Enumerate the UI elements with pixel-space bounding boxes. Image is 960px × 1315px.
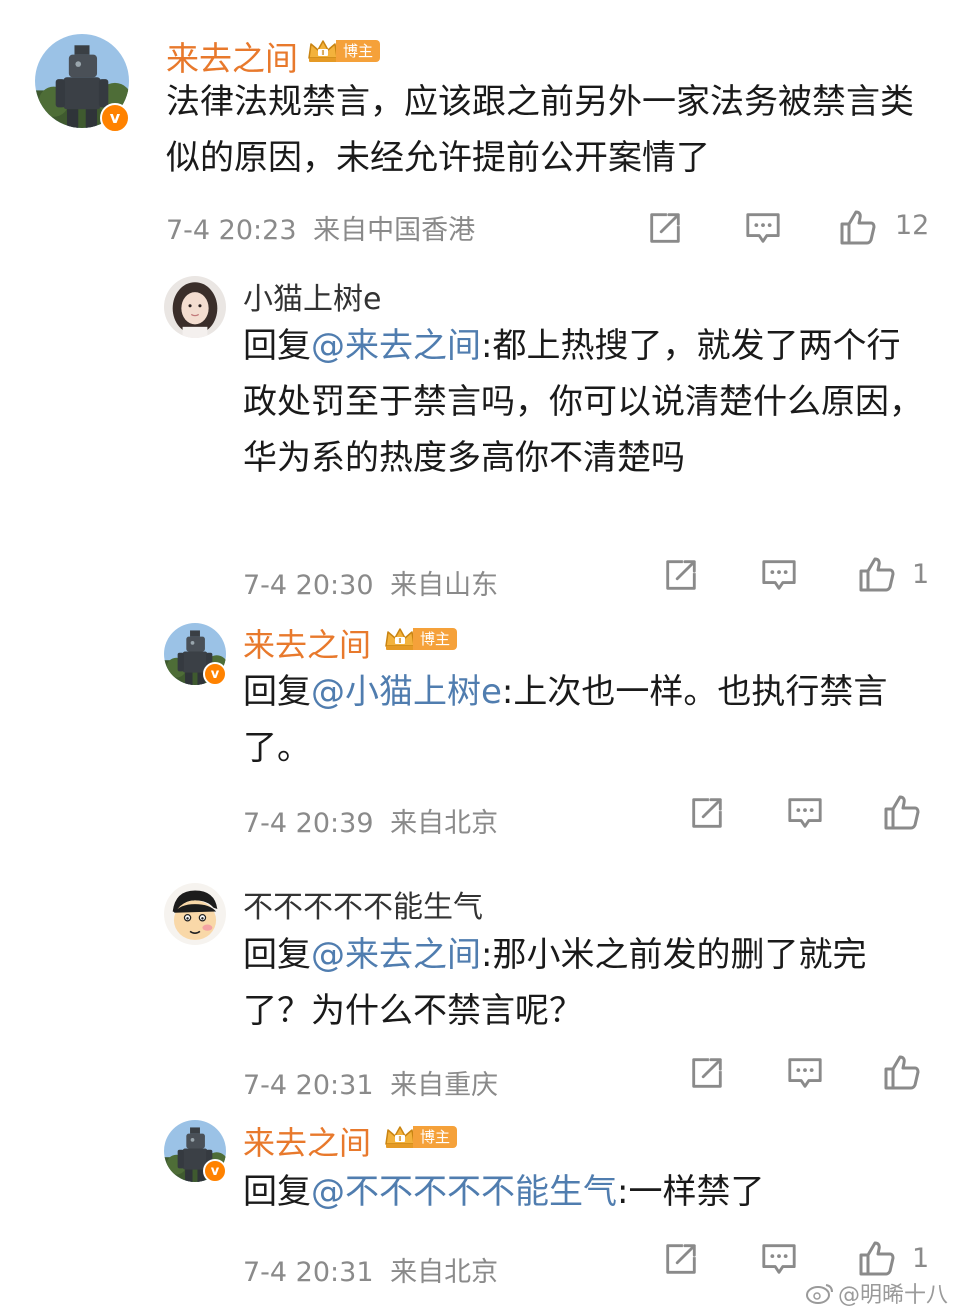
reply-text: 回复@来去之间:都上热搜了，就发了两个行政处罚至于禁言吗，你可以说清楚什么原因，…: [243, 318, 933, 486]
reply-location: 来自山东: [390, 570, 499, 601]
reply-prefix: 回复: [243, 1172, 311, 1212]
reply-meta: 7-4 20:31 来自北京: [243, 1250, 498, 1289]
like-icon[interactable]: [838, 207, 878, 247]
like-icon[interactable]: [882, 1052, 922, 1092]
share-icon[interactable]: [662, 1240, 700, 1278]
mention-link[interactable]: @不不不不不能生气: [311, 1172, 617, 1212]
crown-icon: [383, 626, 417, 652]
comment-time: 7-4 20:23: [166, 215, 297, 246]
comment-icon[interactable]: [760, 556, 798, 594]
reply-user-name[interactable]: 不不不不不能生气: [243, 882, 483, 926]
blogger-badge: 博主: [383, 626, 458, 652]
reply-colon: :: [481, 935, 493, 975]
mention-link[interactable]: @来去之间: [311, 935, 481, 975]
weibo-logo-icon: [805, 1284, 833, 1304]
watermark: @明晞十八: [805, 1277, 948, 1309]
mention-link[interactable]: @来去之间: [311, 326, 481, 366]
blogger-badge-label: 博主: [413, 1126, 458, 1148]
like-icon[interactable]: [857, 1238, 897, 1278]
like-count: 12: [895, 210, 930, 241]
reply-text: 回复@不不不不不能生气:一样禁了: [243, 1164, 933, 1220]
author-name[interactable]: 来去之间: [243, 620, 371, 666]
comment-icon[interactable]: [786, 1054, 824, 1092]
reply-prefix: 回复: [243, 326, 311, 366]
reply-location: 来自重庆: [390, 1070, 499, 1101]
reply-meta: 7-4 20:31 来自重庆: [243, 1063, 498, 1102]
blogger-badge: 博主: [383, 1124, 458, 1150]
mention-link[interactable]: @小猫上树e: [311, 672, 502, 712]
reply-time: 7-4 20:39: [243, 808, 374, 839]
reply-prefix: 回复: [243, 935, 311, 975]
author-name[interactable]: 来去之间: [166, 32, 298, 80]
share-icon[interactable]: [688, 794, 726, 832]
reply-location: 来自北京: [390, 1257, 499, 1288]
verified-badge: v: [203, 1159, 227, 1183]
reply-colon: :: [481, 326, 493, 366]
crown-icon: [383, 1124, 417, 1150]
comment-icon[interactable]: [760, 1240, 798, 1278]
blogger-badge-label: 博主: [413, 628, 458, 650]
reply-meta: 7-4 20:39 来自北京: [243, 801, 498, 840]
comment-location: 来自中国香港: [313, 215, 476, 246]
reply-user-name[interactable]: 小猫上树e: [243, 274, 381, 318]
reply-text: 回复@小猫上树e:上次也一样。也执行禁言了。: [243, 664, 933, 776]
like-icon[interactable]: [857, 554, 897, 594]
reply-colon: :: [617, 1172, 629, 1212]
reply-time: 7-4 20:31: [243, 1257, 374, 1288]
like-icon[interactable]: [882, 792, 922, 832]
comment-icon[interactable]: [786, 794, 824, 832]
blogger-badge: 博主: [306, 38, 381, 64]
share-icon[interactable]: [646, 209, 684, 247]
share-icon[interactable]: [662, 556, 700, 594]
reply-meta: 7-4 20:30 来自山东: [243, 563, 498, 602]
avatar[interactable]: [164, 883, 226, 945]
author-name[interactable]: 来去之间: [243, 1118, 371, 1164]
reply-body: 一样禁了: [628, 1172, 765, 1212]
share-icon[interactable]: [688, 1054, 726, 1092]
reply-time: 7-4 20:31: [243, 1070, 374, 1101]
reply-prefix: 回复: [243, 672, 311, 712]
comment-meta: 7-4 20:23 来自中国香港: [166, 208, 475, 247]
comment-icon[interactable]: [744, 209, 782, 247]
reply-colon: :: [501, 672, 514, 712]
avatar[interactable]: [164, 276, 226, 338]
reply-time: 7-4 20:30: [243, 570, 374, 601]
reply-text: 回复@来去之间:那小米之前发的删了就完了？为什么不禁言呢？: [243, 927, 933, 1039]
watermark-text: @明晞十八: [837, 1283, 948, 1308]
like-count: 1: [912, 1243, 930, 1274]
like-count: 1: [912, 559, 930, 590]
comment-text: 法律法规禁言，应该跟之前另外一家法务被禁言类似的原因，未经允许提前公开案情了: [166, 82, 914, 178]
crown-icon: [306, 38, 340, 64]
blogger-badge-label: 博主: [336, 40, 381, 62]
reply-location: 来自北京: [390, 808, 499, 839]
verified-badge: v: [203, 662, 227, 686]
verified-badge: v: [100, 103, 130, 133]
